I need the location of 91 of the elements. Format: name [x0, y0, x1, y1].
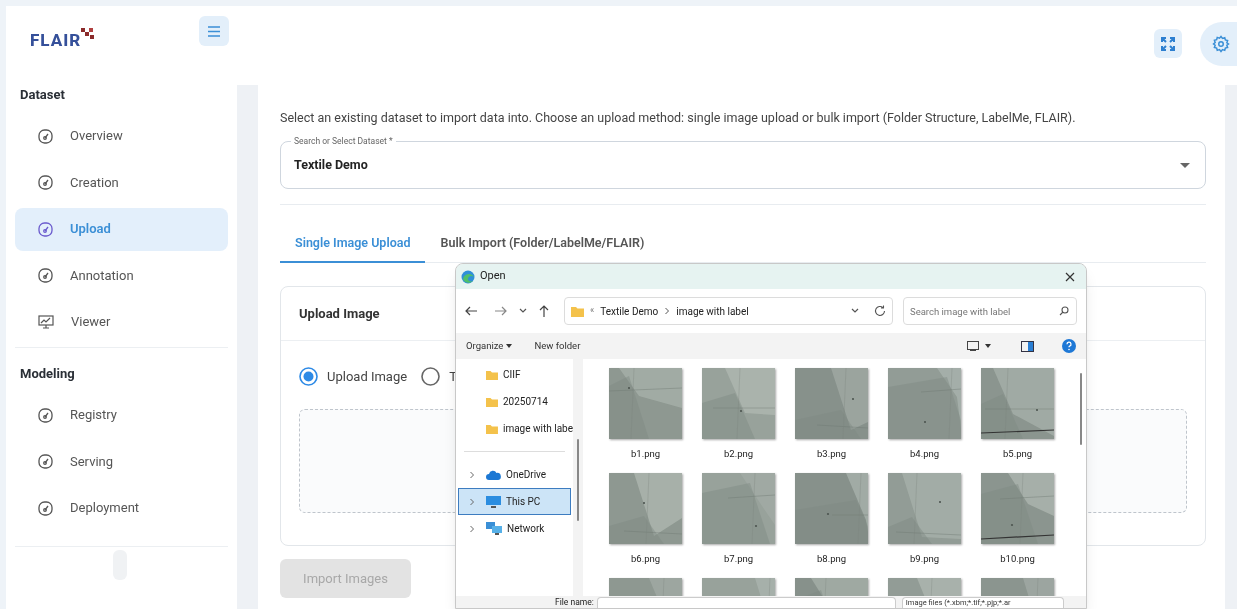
nav-item[interactable]: Serving: [15, 440, 228, 483]
forward-button[interactable]: [494, 304, 508, 318]
folder-item[interactable]: CIIF: [456, 361, 573, 388]
folder-icon: [486, 369, 498, 380]
overflow-chevrons-icon: «: [590, 304, 595, 318]
cloud-icon: [486, 469, 501, 480]
field-label: Search or Select Dataset *: [291, 135, 396, 147]
back-button[interactable]: [464, 304, 478, 318]
gauge-icon: [38, 268, 53, 283]
logo-mark-icon: [81, 28, 96, 40]
nav-item[interactable]: Deployment: [15, 486, 228, 530]
settings-button[interactable]: [1200, 22, 1237, 66]
fullscreen-button[interactable]: [1154, 29, 1182, 58]
radio-button[interactable]: [299, 367, 318, 387]
menu-button[interactable]: [199, 16, 229, 46]
organize-button[interactable]: Organize: [466, 338, 513, 354]
file-name[interactable]: b3.png: [816, 447, 847, 461]
file-name[interactable]: b4.png: [909, 447, 940, 461]
breadcrumb[interactable]: Textile Demo: [600, 303, 659, 319]
breadcrumb[interactable]: image with label: [676, 303, 749, 319]
file-name-field[interactable]: [596, 597, 896, 608]
monitor-chart-icon: [38, 314, 54, 330]
file-name[interactable]: b8.png: [816, 552, 847, 566]
expand-icon: [1160, 35, 1176, 52]
chevron-right-icon: [469, 470, 475, 479]
file-name[interactable]: b9.png: [909, 552, 940, 566]
nav-item[interactable]: Registry: [15, 393, 228, 437]
section-title: Modeling: [19, 365, 76, 383]
gauge-icon: [38, 454, 53, 469]
location-item[interactable]: OneDrive: [458, 461, 571, 488]
close-icon: [1065, 271, 1075, 282]
view-icon: [967, 341, 979, 351]
tab[interactable]: Single Image Upload: [280, 225, 426, 263]
file-name[interactable]: b7.png: [723, 552, 754, 566]
file-name-label: File name:: [555, 597, 594, 608]
network-icon: [486, 522, 502, 535]
file-name[interactable]: b1.png: [630, 447, 661, 461]
caret-icon: [985, 344, 991, 348]
help-icon: [1062, 339, 1076, 353]
file-name[interactable]: b10.png: [1000, 552, 1035, 566]
caret-icon: [506, 344, 513, 348]
scrollbar-thumb[interactable]: [577, 439, 579, 521]
gauge-icon: [38, 407, 53, 423]
address-bar[interactable]: « Textile Demo image with label: [564, 297, 893, 325]
search-field[interactable]: Search image with label: [903, 297, 1077, 325]
radio-button[interactable]: [421, 367, 441, 387]
preview-pane-icon: [1021, 340, 1034, 352]
gauge-icon: [38, 128, 53, 144]
dialog-title: Open: [480, 268, 506, 285]
preview-pane-button[interactable]: [1021, 340, 1034, 352]
search-icon: [1059, 306, 1069, 316]
scrollbar-thumb[interactable]: [1080, 373, 1082, 445]
gauge-icon: [38, 175, 53, 190]
settings-icon: [1211, 35, 1230, 53]
tab[interactable]: Bulk Import (Folder/LabelMe/FLAIR): [425, 225, 660, 263]
folder-icon: [486, 423, 498, 434]
folder-item[interactable]: 20250714: [456, 388, 573, 415]
card-title: Upload Image: [299, 304, 380, 323]
chevron-right-icon: [469, 524, 475, 533]
forward-arrow-icon: [494, 304, 508, 318]
back-arrow-icon: [464, 304, 478, 318]
folder-item[interactable]: image with labe: [456, 415, 573, 442]
location-item[interactable]: This PC: [458, 488, 571, 515]
file-name[interactable]: b6.png: [630, 552, 661, 566]
refresh-icon: [874, 305, 886, 317]
gauge-icon: [38, 500, 53, 516]
menu-icon: [207, 25, 221, 37]
nav-item[interactable]: Viewer: [15, 300, 228, 344]
view-button[interactable]: [967, 341, 991, 351]
new-folder-button[interactable]: New folder: [534, 338, 581, 354]
radio-label: Upload Image: [327, 368, 408, 386]
nav-item[interactable]: Overview: [15, 114, 228, 158]
folder-icon: [571, 305, 584, 317]
chevron-right-icon: [469, 497, 475, 506]
up-arrow-icon: [538, 304, 550, 318]
gauge-icon: [38, 221, 53, 237]
field-value: Textile Demo: [294, 155, 368, 174]
logo-text: FLAIR: [30, 32, 82, 49]
location-item[interactable]: Network: [458, 515, 571, 542]
file-name[interactable]: b2.png: [723, 447, 754, 461]
file-name[interactable]: b5.png: [1002, 447, 1033, 461]
monitor-icon: [486, 495, 501, 508]
dropdown-caret-icon: [1180, 162, 1190, 168]
chevron-right-icon: [664, 307, 671, 315]
up-button[interactable]: [538, 304, 550, 318]
intro-text: Select an existing dataset to import data into. Choose an upload method: single image upload or bulk import (Folder Structure, LabelMe, FLAIR).: [280, 110, 1077, 126]
nav-item[interactable]: Creation: [15, 161, 228, 204]
section-title: Dataset: [19, 86, 66, 104]
nav-item[interactable]: Annotation: [15, 254, 228, 297]
help-button[interactable]: [1062, 339, 1076, 353]
app-icon: [461, 269, 475, 284]
